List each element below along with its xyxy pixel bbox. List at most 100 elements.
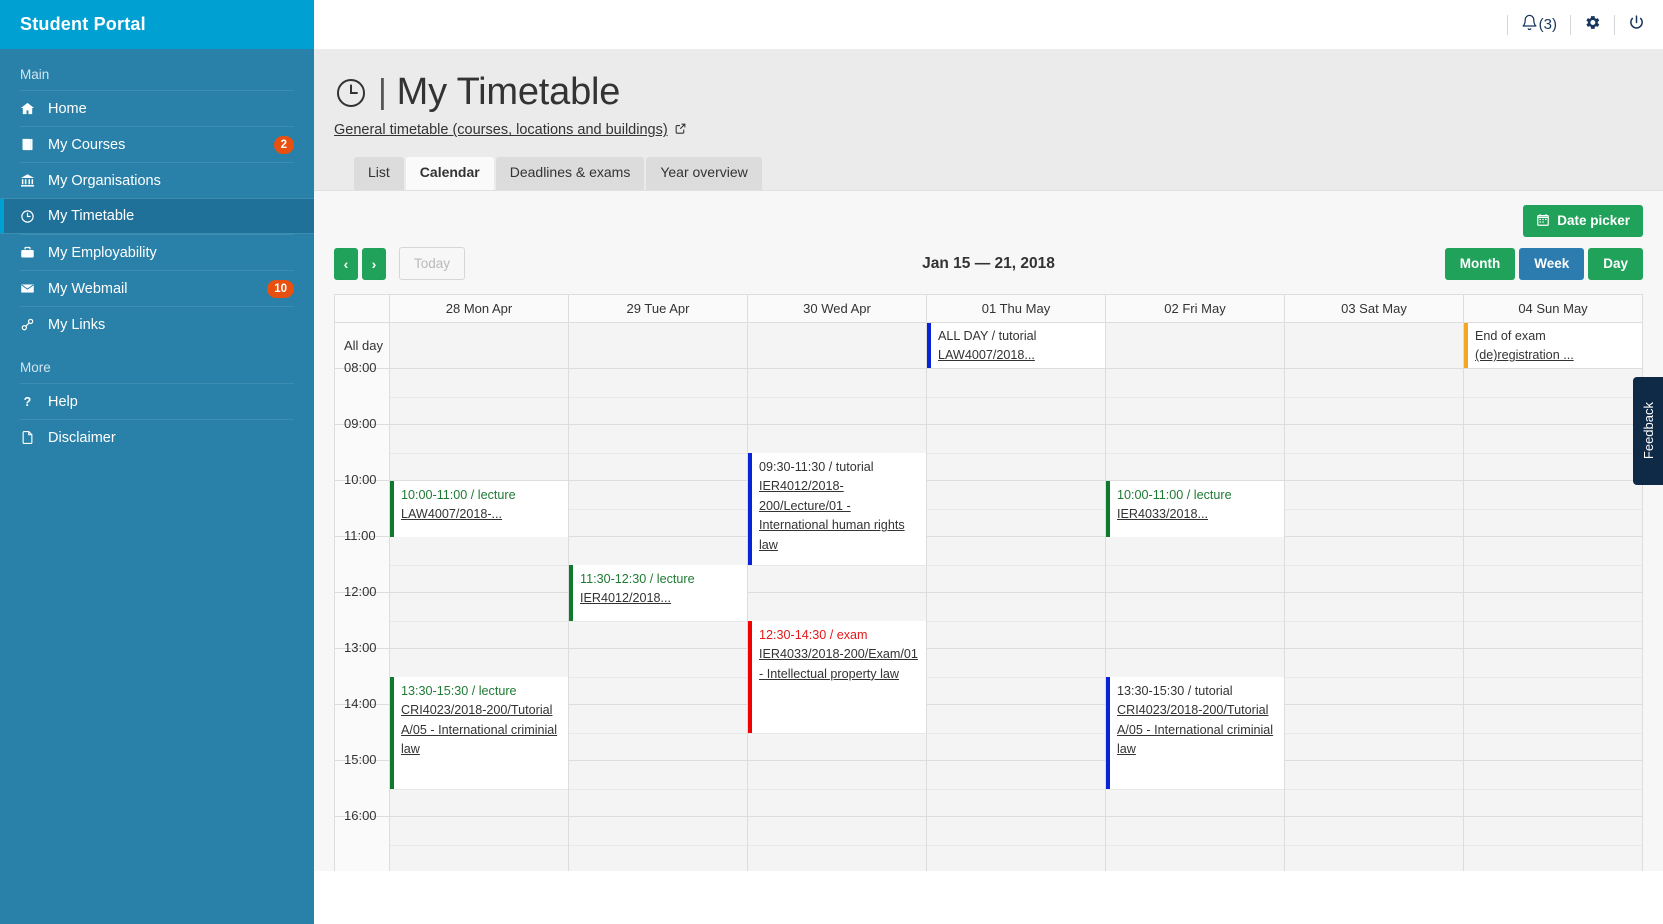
- time-slot-cell[interactable]: [569, 816, 748, 873]
- event-title[interactable]: IER4012/2018-200/Lecture/01 - Internatio…: [759, 477, 920, 555]
- time-slot-cell[interactable]: [1285, 480, 1464, 537]
- calendar-event[interactable]: 09:30-11:30 / tutorial IER4012/2018-200/L…: [748, 452, 926, 565]
- calendar-event[interactable]: 11:30-12:30 / lecture IER4012/2018...: [569, 564, 747, 621]
- time-slot-cell[interactable]: [569, 368, 748, 425]
- time-slot-cell[interactable]: [1106, 536, 1285, 593]
- time-slot-cell[interactable]: [927, 480, 1106, 537]
- time-slot-cell[interactable]: [1464, 704, 1643, 761]
- calendar-event[interactable]: 10:00-11:00 / lecture IER4033/2018...: [1106, 480, 1284, 537]
- time-slot-cell[interactable]: [748, 816, 927, 873]
- view-button-week[interactable]: Week: [1519, 248, 1585, 280]
- tab-calendar[interactable]: Calendar: [405, 157, 494, 190]
- settings-button[interactable]: [1584, 14, 1601, 35]
- calendar-event[interactable]: 12:30-14:30 / exam IER4033/2018-200/Exam/…: [748, 620, 926, 733]
- day-header: 28 Mon Apr: [390, 294, 569, 323]
- time-slot-cell[interactable]: [927, 648, 1106, 705]
- time-slot-cell[interactable]: [390, 368, 569, 425]
- time-slot-cell[interactable]: [1464, 536, 1643, 593]
- time-slot-cell[interactable]: [748, 368, 927, 425]
- time-slot-cell[interactable]: [1285, 760, 1464, 817]
- time-slot-cell[interactable]: [1464, 816, 1643, 873]
- time-slot-cell[interactable]: [390, 536, 569, 593]
- time-slot-cell[interactable]: [927, 704, 1106, 761]
- time-slot-cell[interactable]: [569, 480, 748, 537]
- time-slot-cell[interactable]: [569, 424, 748, 481]
- time-slot-cell[interactable]: [927, 816, 1106, 873]
- sidebar-item-my-timetable[interactable]: My Timetable: [0, 198, 314, 234]
- all-day-cell[interactable]: [1106, 322, 1285, 369]
- prev-week-button[interactable]: ‹: [334, 247, 358, 280]
- all-day-cell[interactable]: [748, 322, 927, 369]
- time-slot-cell[interactable]: [927, 592, 1106, 649]
- time-slot-cell[interactable]: [390, 816, 569, 873]
- sidebar-item-my-webmail[interactable]: My Webmail 10: [20, 270, 294, 306]
- sidebar-item-my-links[interactable]: My Links: [20, 306, 294, 342]
- event-title[interactable]: CRI4023/2018-200/Tutorial A/05 - Interna…: [401, 701, 562, 760]
- event-title[interactable]: IER4012/2018...: [580, 589, 741, 609]
- feedback-tab[interactable]: Feedback: [1633, 377, 1663, 485]
- time-slot-cell[interactable]: [1285, 816, 1464, 873]
- time-slot-cell[interactable]: [927, 760, 1106, 817]
- calendar-event[interactable]: 13:30-15:30 / tutorial CRI4023/2018-200/T…: [1106, 676, 1284, 789]
- date-picker-button[interactable]: Date picker: [1523, 204, 1643, 237]
- event-title[interactable]: CRI4023/2018-200/Tutorial A/05 - Interna…: [1117, 701, 1278, 760]
- time-slot-cell[interactable]: [927, 536, 1106, 593]
- event-title[interactable]: LAW4007/2018...: [938, 346, 1099, 366]
- half-hour-line: [390, 396, 568, 398]
- time-slot-cell[interactable]: [1464, 592, 1643, 649]
- tab-year-overview[interactable]: Year overview: [646, 157, 762, 190]
- time-slot-cell[interactable]: [1285, 648, 1464, 705]
- time-slot-cell[interactable]: [569, 648, 748, 705]
- sidebar-item-my-organisations[interactable]: My Organisations: [20, 162, 294, 198]
- time-slot-cell[interactable]: [1285, 424, 1464, 481]
- time-slot-cell[interactable]: [1106, 816, 1285, 873]
- time-slot-cell[interactable]: [569, 704, 748, 761]
- time-slot-cell[interactable]: [1464, 760, 1643, 817]
- time-slot-cell[interactable]: [1106, 424, 1285, 481]
- time-slot-cell[interactable]: [1106, 368, 1285, 425]
- general-timetable-link[interactable]: General timetable (courses, locations an…: [334, 122, 687, 139]
- sidebar-item-my-courses[interactable]: My Courses 2: [20, 126, 294, 162]
- tab-list[interactable]: List: [354, 157, 404, 190]
- next-week-button[interactable]: ›: [362, 247, 386, 280]
- time-slot-cell[interactable]: [1464, 424, 1643, 481]
- time-slot-cell[interactable]: [1285, 536, 1464, 593]
- notifications-button[interactable]: (3): [1521, 14, 1557, 35]
- sidebar-item-home[interactable]: Home: [20, 90, 294, 126]
- time-slot-cell[interactable]: [1464, 648, 1643, 705]
- time-slot-cell[interactable]: [748, 760, 927, 817]
- time-slot-cell[interactable]: [390, 592, 569, 649]
- all-day-cell[interactable]: [390, 322, 569, 369]
- event-time: ALL DAY / tutorial: [938, 328, 1037, 343]
- sidebar-item-disclaimer[interactable]: Disclaimer: [20, 419, 294, 455]
- time-slot-cell[interactable]: [927, 424, 1106, 481]
- all-day-event[interactable]: End of exam (de)registration ...: [1464, 322, 1642, 368]
- calendar-event[interactable]: 13:30-15:30 / lecture CRI4023/2018-200/Tu…: [390, 676, 568, 789]
- all-day-cell[interactable]: End of exam (de)registration ...: [1464, 322, 1643, 369]
- time-slot-cell[interactable]: [1285, 368, 1464, 425]
- event-title[interactable]: IER4033/2018...: [1117, 505, 1278, 525]
- time-slot-cell[interactable]: [1106, 592, 1285, 649]
- view-button-day[interactable]: Day: [1588, 248, 1643, 280]
- today-button[interactable]: Today: [399, 247, 466, 281]
- event-title[interactable]: LAW4007/2018-...: [401, 505, 562, 525]
- all-day-event[interactable]: ALL DAY / tutorial LAW4007/2018...: [927, 322, 1105, 368]
- event-title[interactable]: IER4033/2018-200/Exam/01 - Intellectual …: [759, 645, 920, 684]
- time-slot-cell[interactable]: [1285, 704, 1464, 761]
- logout-button[interactable]: [1628, 14, 1645, 35]
- tab-deadlines-exams[interactable]: Deadlines & exams: [495, 157, 645, 190]
- view-button-month[interactable]: Month: [1444, 248, 1516, 280]
- time-slot-cell[interactable]: [569, 760, 748, 817]
- all-day-cell[interactable]: ALL DAY / tutorial LAW4007/2018...: [927, 322, 1106, 369]
- time-slot-cell[interactable]: [390, 424, 569, 481]
- all-day-cell[interactable]: [1285, 322, 1464, 369]
- time-slot-cell[interactable]: [1285, 592, 1464, 649]
- time-slot-cell[interactable]: [927, 368, 1106, 425]
- sidebar-item-my-employability[interactable]: My Employability: [20, 234, 294, 270]
- time-slot-cell[interactable]: [1464, 368, 1643, 425]
- time-slot-cell[interactable]: [1464, 480, 1643, 537]
- event-title[interactable]: (de)registration ...: [1475, 346, 1636, 366]
- sidebar-item-help[interactable]: ? Help: [20, 383, 294, 419]
- all-day-cell[interactable]: [569, 322, 748, 369]
- calendar-event[interactable]: 10:00-11:00 / lecture LAW4007/2018-...: [390, 480, 568, 537]
